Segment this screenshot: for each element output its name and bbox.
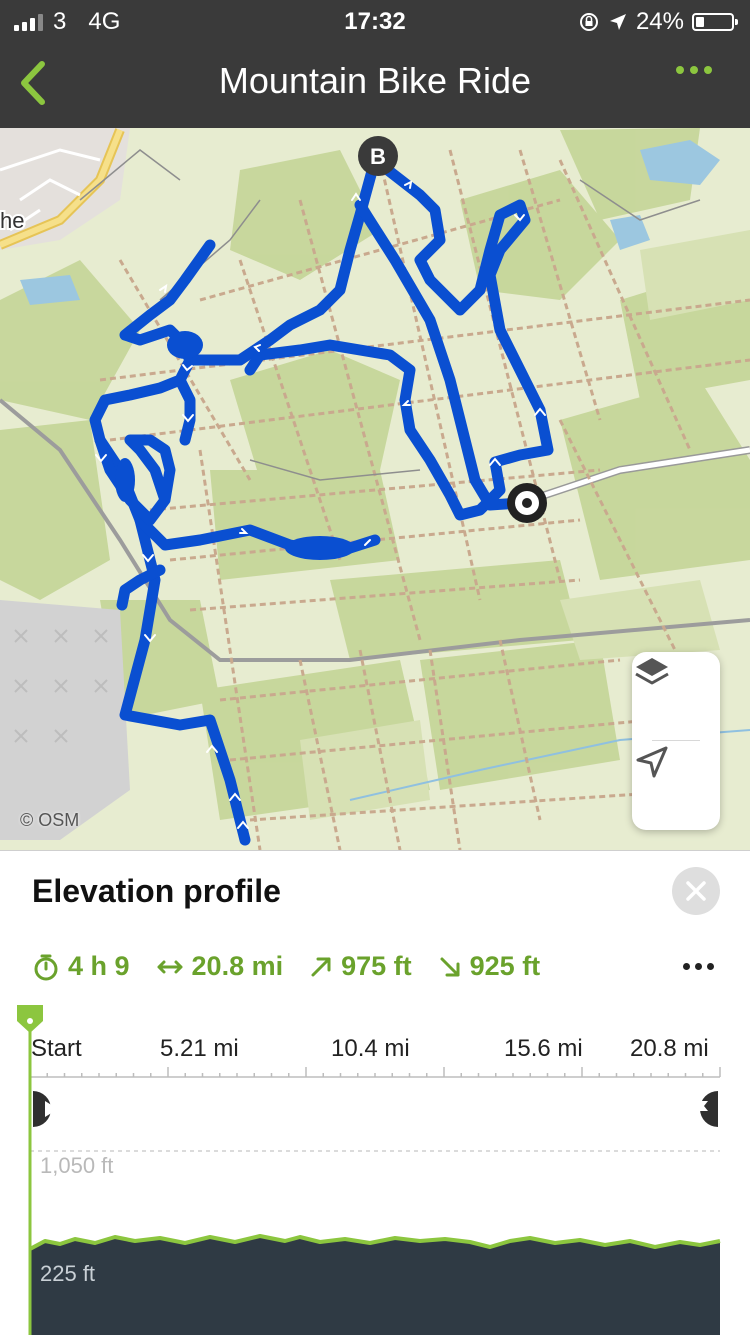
elevation-min-label: 225 ft xyxy=(40,1261,96,1286)
elevation-chart[interactable] xyxy=(0,851,750,1335)
more-icon xyxy=(676,66,684,74)
status-bar: 3 4G 17:32 24% xyxy=(0,0,750,42)
finish-flag xyxy=(690,1091,718,1135)
battery-percent: 24% xyxy=(635,8,684,35)
nav-bar: Mountain Bike Ride xyxy=(0,42,750,128)
elevation-panel: Elevation profile 4 h 9 20.8 mi 975 ft 9… xyxy=(0,850,750,1335)
end-marker[interactable]: B xyxy=(358,136,398,176)
navigation-arrow-icon xyxy=(636,746,668,778)
start-flag xyxy=(33,1091,58,1135)
layers-icon xyxy=(635,658,669,685)
top-bar: 3 4G 17:32 24% Mountain Bike Ride xyxy=(0,0,750,128)
battery-icon xyxy=(692,13,738,31)
page-title: Mountain Bike Ride xyxy=(218,60,532,101)
locate-button[interactable] xyxy=(632,742,720,830)
map-controls xyxy=(632,652,720,830)
map-attribution[interactable]: © OSM xyxy=(20,810,79,831)
place-label: he xyxy=(0,208,24,233)
map-view[interactable]: B he © OSM xyxy=(0,128,750,850)
start-marker[interactable] xyxy=(507,483,547,523)
elevation-max-label: 1,050 ft xyxy=(40,1153,114,1178)
end-marker-label: B xyxy=(370,144,386,169)
play-icon xyxy=(45,1101,58,1117)
location-arrow-icon xyxy=(609,14,626,30)
layers-button[interactable] xyxy=(632,652,720,740)
orientation-lock-icon xyxy=(579,13,598,31)
more-button[interactable] xyxy=(676,66,712,74)
